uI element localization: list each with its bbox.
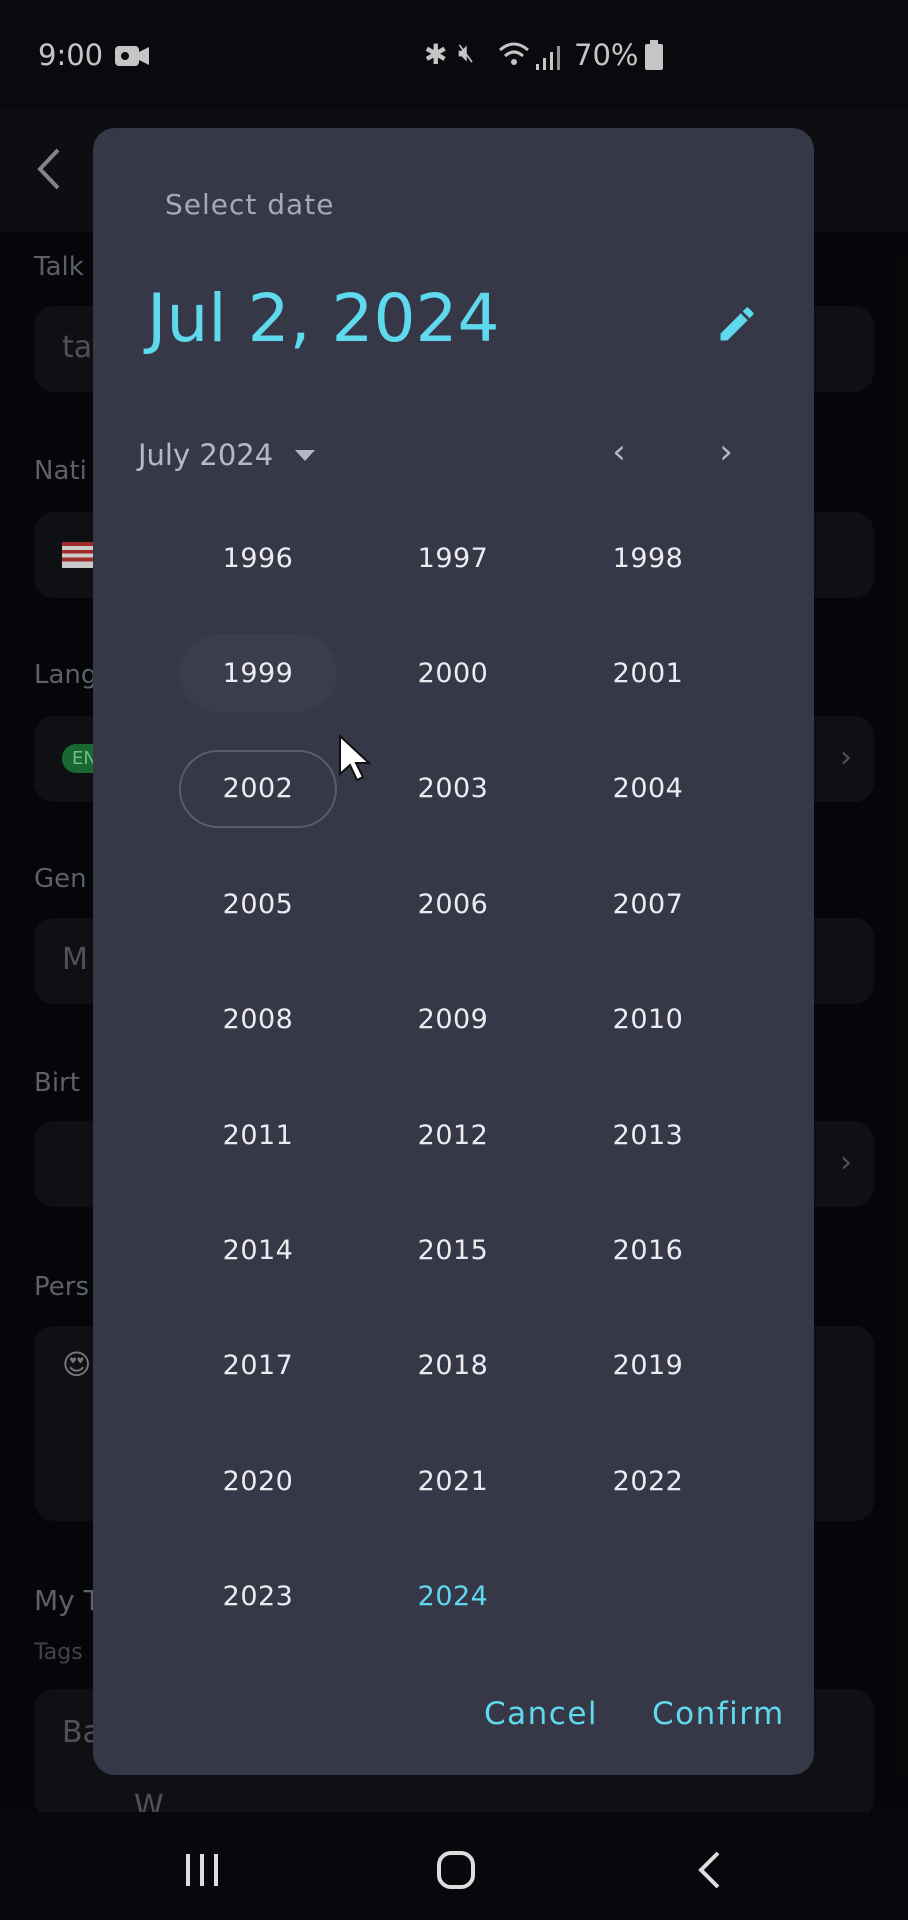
year-2017[interactable]: 2017 [179,1327,337,1405]
year-2019[interactable]: 2019 [569,1327,727,1405]
year-2023[interactable]: 2023 [179,1558,337,1636]
year-2010[interactable]: 2010 [569,981,727,1059]
cancel-button[interactable]: Cancel [484,1696,598,1732]
year-2005[interactable]: 2005 [179,865,337,943]
dropdown-arrow-icon [295,449,316,461]
year-2015[interactable]: 2015 [374,1211,532,1289]
year-2003[interactable]: 2003 [374,750,532,828]
year-1998[interactable]: 1998 [569,519,727,597]
month-year-label: July 2024 [138,438,274,472]
year-2016[interactable]: 2016 [569,1211,727,1289]
system-nav-bar [0,1812,908,1920]
date-picker-dialog: Select date Jul 2, 2024 July 2024 ‹ › 19… [93,128,814,1775]
year-2022[interactable]: 2022 [569,1442,727,1520]
year-2008[interactable]: 2008 [179,981,337,1059]
year-2020[interactable]: 2020 [179,1442,337,1520]
back-nav-icon[interactable] [696,1850,722,1890]
year-2012[interactable]: 2012 [374,1096,532,1174]
month-year-dropdown[interactable]: July 2024 [138,438,316,472]
selected-date: Jul 2, 2024 [147,280,500,357]
edit-pencil-icon[interactable] [715,302,759,346]
mouse-cursor-icon [339,734,372,782]
year-1999[interactable]: 1999 [179,634,337,713]
next-month-button[interactable]: › [702,428,750,476]
year-1997[interactable]: 1997 [374,519,532,597]
year-2014[interactable]: 2014 [179,1211,337,1289]
year-2024[interactable]: 2024 [374,1558,532,1636]
year-2001[interactable]: 2001 [569,634,727,712]
year-1996[interactable]: 1996 [179,519,337,597]
year-2018[interactable]: 2018 [374,1327,532,1405]
year-2009[interactable]: 2009 [374,981,532,1059]
recent-apps-icon[interactable] [184,1852,220,1888]
year-2007[interactable]: 2007 [569,865,727,943]
year-2006[interactable]: 2006 [374,865,532,943]
home-icon[interactable] [436,1850,476,1890]
chevron-left-icon: ‹ [612,432,626,472]
year-2004[interactable]: 2004 [569,750,727,828]
chevron-right-icon: › [719,432,733,472]
previous-month-button[interactable]: ‹ [595,428,643,476]
confirm-button[interactable]: Confirm [652,1696,785,1732]
year-2021[interactable]: 2021 [374,1442,532,1520]
year-2011[interactable]: 2011 [179,1096,337,1174]
year-2000[interactable]: 2000 [374,634,532,712]
dialog-title: Select date [165,188,335,221]
year-2013[interactable]: 2013 [569,1096,727,1174]
year-2002[interactable]: 2002 [179,749,337,828]
